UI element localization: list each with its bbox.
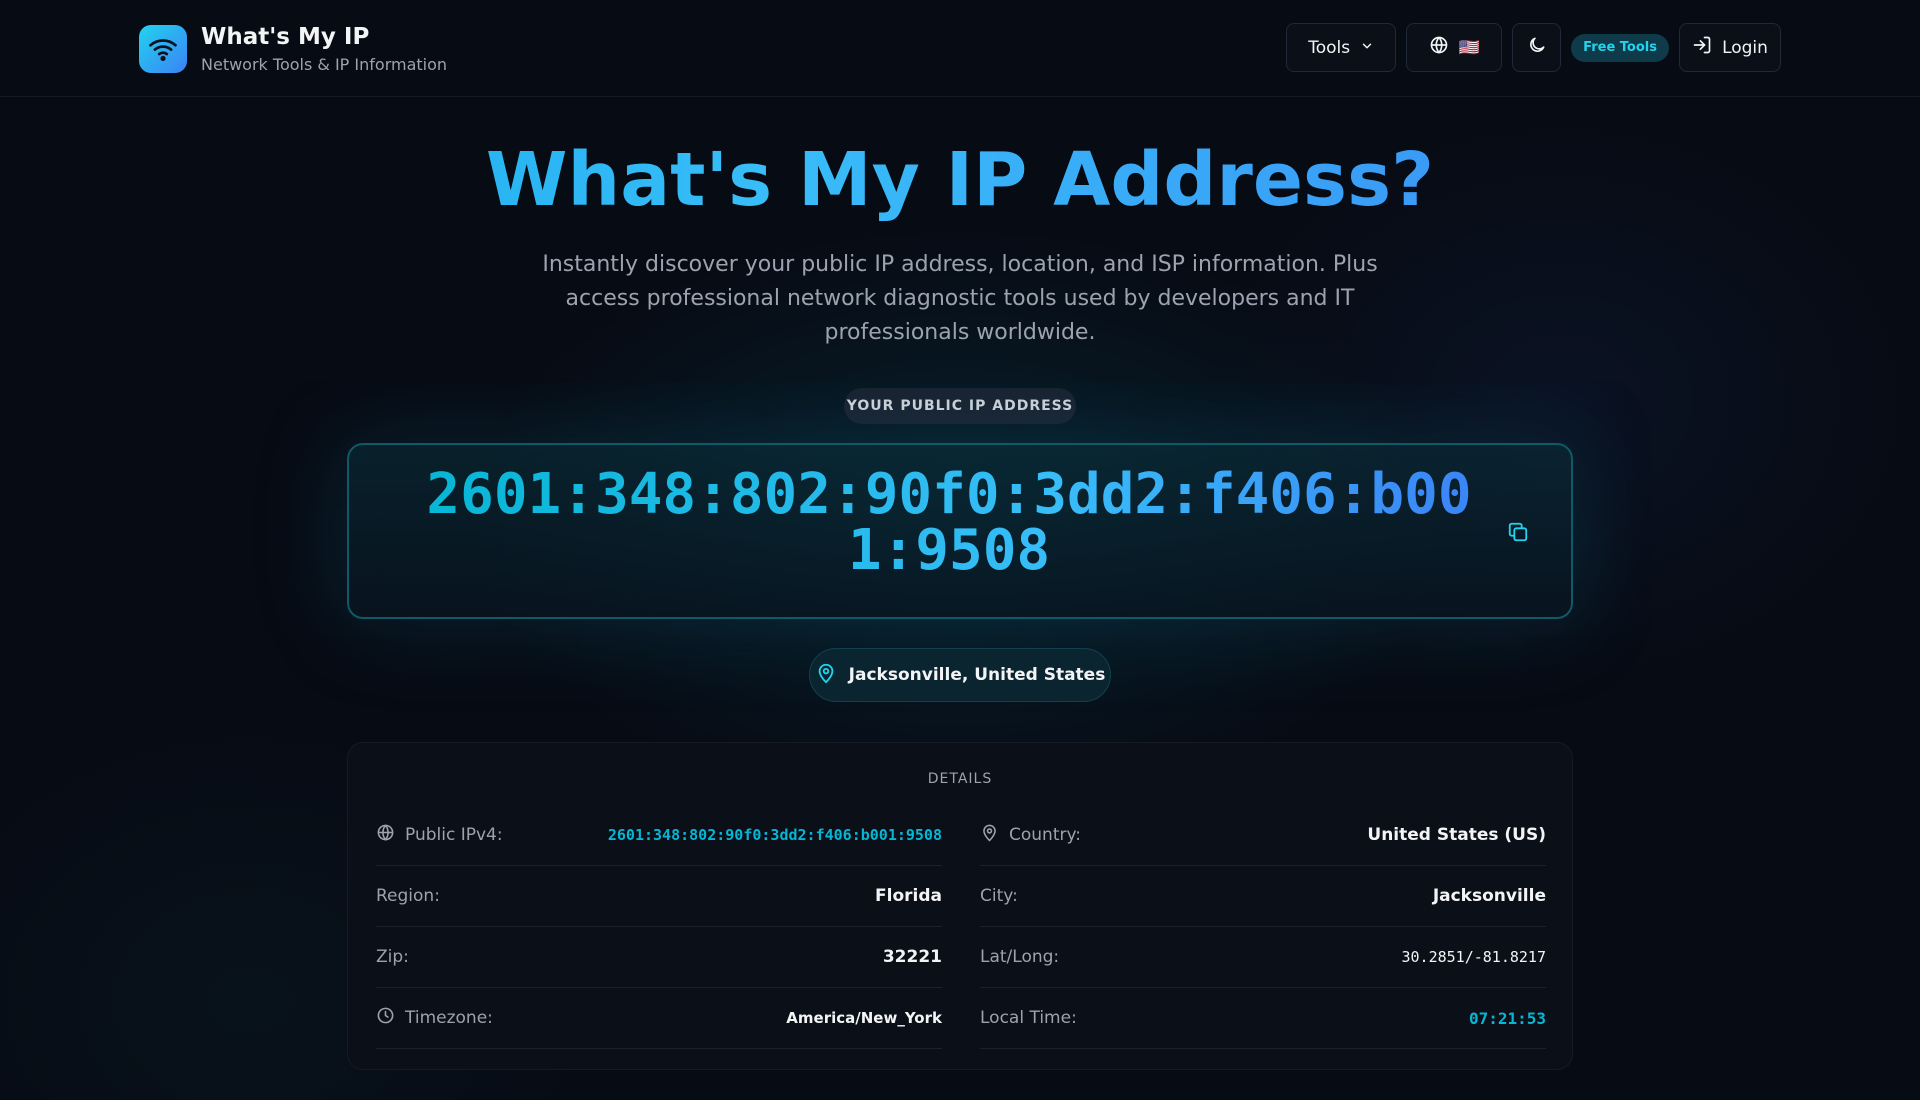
city-label: City: (980, 886, 1018, 906)
detail-row-city: City: Jacksonville (980, 866, 1546, 927)
login-label: Login (1722, 37, 1768, 58)
localtime-value: 07:21:53 (1468, 1008, 1546, 1028)
login-icon (1692, 35, 1712, 60)
hero-description: Instantly discover your public IP addres… (542, 252, 1378, 345)
location-text: Jacksonville, United States (848, 665, 1106, 685)
globe-icon (1429, 35, 1449, 60)
localtime-label: Local Time: (980, 1008, 1077, 1028)
detail-row-latlong: Lat/Long: 30.2851/-81.8217 (980, 927, 1546, 988)
wifi-icon (139, 25, 187, 73)
language-button[interactable]: 🇺🇸 (1406, 23, 1503, 72)
ip-section-label: YOUR PUBLIC IP ADDRESS (844, 388, 1076, 424)
brand-subtitle: Network Tools & IP Information (201, 55, 448, 74)
nav-bar: Tools 🇺🇸 Free Tools Login (1286, 23, 1781, 72)
ip-address-card: 2601:348:802:90f0:3dd2:f406:b001:9508 (347, 443, 1573, 619)
public-ipv4-label: Public IPv4: (405, 825, 503, 845)
copy-icon[interactable] (1507, 521, 1531, 545)
detail-row-country: Country: United States (US) (980, 805, 1546, 866)
brand[interactable]: What's My IP Network Tools & IP Informat… (139, 24, 447, 74)
theme-toggle-button[interactable] (1512, 23, 1562, 72)
zip-value: 32221 (882, 947, 942, 967)
map-pin-icon (980, 823, 999, 847)
latlong-value: 30.2851/-81.8217 (1401, 948, 1547, 966)
tools-dropdown-button[interactable]: Tools (1286, 23, 1397, 72)
clock-icon (376, 1006, 395, 1030)
location-badge: Jacksonville, United States (809, 648, 1111, 702)
details-heading: DETAILS (927, 771, 993, 787)
chevron-down-icon (1360, 38, 1374, 58)
city-value: Jacksonville (1432, 886, 1546, 906)
region-value: Florida (875, 886, 942, 906)
country-value: United States (US) (1367, 825, 1546, 845)
detail-row-timezone: Timezone: America/New_York (376, 988, 942, 1049)
flag-icon: 🇺🇸 (1458, 37, 1480, 58)
brand-title: What's My IP (201, 24, 370, 50)
ip-address-value[interactable]: 2601:348:802:90f0:3dd2:f406:b001:9508 (409, 467, 1489, 579)
map-pin-icon (815, 662, 837, 689)
details-panel: DETAILS Public IPv4: 2601:348:802:90f0:3… (347, 742, 1573, 1070)
detail-row-public-ipv4: Public IPv4: 2601:348:802:90f0:3dd2:f406… (376, 805, 942, 866)
timezone-value: America/New_York (786, 1009, 942, 1027)
region-label: Region: (376, 886, 440, 906)
page-title: What's My IP Address? (0, 138, 1920, 222)
tools-label: Tools (1308, 37, 1351, 58)
timezone-label: Timezone: (405, 1008, 493, 1028)
free-tools-badge: Free Tools (1571, 33, 1669, 62)
detail-row-localtime: Local Time: 07:21:53 (980, 988, 1546, 1049)
country-label: Country: (1009, 825, 1082, 845)
moon-icon (1527, 35, 1547, 60)
detail-row-zip: Zip: 32221 (376, 927, 942, 988)
latlong-label: Lat/Long: (980, 947, 1060, 967)
zip-label: Zip: (376, 947, 409, 967)
site-header: What's My IP Network Tools & IP Informat… (0, 0, 1920, 97)
public-ipv4-value[interactable]: 2601:348:802:90f0:3dd2:f406:b001:9508 (608, 826, 942, 844)
detail-row-region: Region: Florida (376, 866, 942, 927)
globe-icon (376, 823, 395, 847)
login-button[interactable]: Login (1679, 23, 1781, 72)
